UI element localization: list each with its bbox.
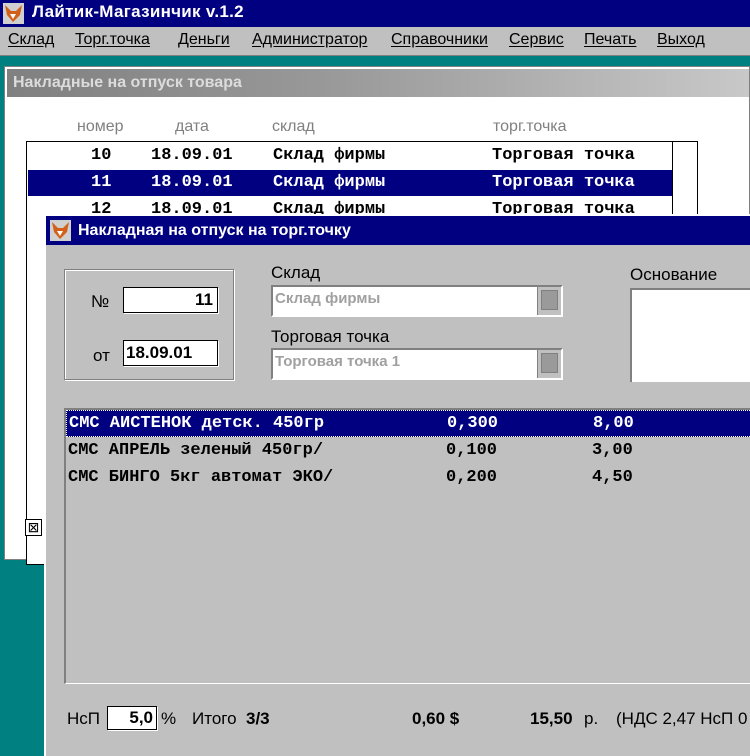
list-window-title-bar[interactable]: Накладные на отпуск товара <box>7 69 749 97</box>
menu-administrator[interactable]: Администратор <box>252 31 367 49</box>
rub-unit: р. <box>584 709 599 728</box>
dropdown-icon <box>541 353 558 373</box>
cell-outlet: Торговая точка <box>492 146 635 165</box>
list-checkbox[interactable]: ⊠ <box>25 519 42 536</box>
app-title-bar: Лайтик-Магазинчик v.1.2 <box>0 0 750 27</box>
menu-pechat[interactable]: Печать <box>584 31 636 49</box>
fox-logo-icon <box>50 220 71 241</box>
warehouse-value: Склад фирмы <box>275 290 381 307</box>
menu-dengi[interactable]: Деньги <box>178 31 230 49</box>
item-name: СМС АИСТЕНОК детск. 450гр <box>69 414 325 433</box>
item-qty: 0,100 <box>446 441 498 460</box>
item-name: СМС АПРЕЛЬ зеленый 450гр/ <box>68 441 324 460</box>
invoice-date-field[interactable]: 18.09.01 <box>123 340 218 366</box>
item-price: 4,50 <box>592 468 633 487</box>
cell-number: 11 <box>91 173 112 192</box>
warehouse-select[interactable]: Склад фирмы <box>271 285 563 317</box>
invoice-number-field[interactable]: 11 <box>123 287 218 313</box>
column-header-outlet[interactable]: торг.точка <box>493 118 567 136</box>
cell-warehouse: Склад фирмы <box>273 173 386 192</box>
outlet-label: Торговая точка <box>271 327 390 346</box>
item-qty: 0,300 <box>447 414 499 433</box>
item-row[interactable]: СМС АПРЕЛЬ зеленый 450гр/ 0,100 3,00 <box>66 438 750 465</box>
menu-bar: Склад Торг.точка Деньги Администратор Сп… <box>0 27 750 56</box>
menu-sklad[interactable]: Склад <box>8 31 54 49</box>
basis-textarea[interactable] <box>630 288 750 382</box>
number-label: № <box>91 292 110 311</box>
list-window-title: Накладные на отпуск товара <box>13 74 242 91</box>
basis-label: Основание <box>630 265 718 284</box>
outlet-select[interactable]: Торговая точка 1 <box>271 348 563 380</box>
item-qty: 0,200 <box>446 468 498 487</box>
column-header-number[interactable]: номер <box>77 118 124 136</box>
item-row-selected[interactable]: СМС АИСТЕНОК детск. 450гр 0,300 8,00 <box>66 410 750 437</box>
column-header-warehouse[interactable]: склад <box>272 118 315 136</box>
item-row[interactable]: СМС БИНГО 5кг автомат ЭКО/ 0,200 4,50 <box>66 465 750 492</box>
nsp-rate-field[interactable]: 5,0 <box>107 706 157 730</box>
menu-spravochniki[interactable]: Справочники <box>391 31 488 49</box>
item-name: СМС БИНГО 5кг автомат ЭКО/ <box>68 468 334 487</box>
item-price: 8,00 <box>593 414 634 433</box>
outlet-dropdown-button[interactable] <box>537 350 561 378</box>
cell-number: 10 <box>91 146 112 165</box>
total-count: 3/3 <box>246 709 270 728</box>
fox-logo-icon <box>3 3 24 24</box>
warehouse-label: Склад <box>271 263 321 282</box>
items-grid: СМС АИСТЕНОК детск. 450гр 0,300 8,00 СМС… <box>64 408 750 684</box>
cell-date: 18.09.01 <box>151 146 233 165</box>
desktop-background <box>0 56 750 66</box>
date-label: от <box>93 346 110 365</box>
menu-vyhod[interactable]: Выход <box>657 31 705 49</box>
number-date-panel: № 11 от 18.09.01 <box>64 269 234 380</box>
menu-servis[interactable]: Сервис <box>509 31 564 49</box>
cell-date: 18.09.01 <box>151 173 233 192</box>
total-label: Итого <box>192 709 237 728</box>
menu-torg-tochka[interactable]: Торг.точка <box>75 31 150 49</box>
list-row[interactable]: 10 18.09.01 Склад фирмы Торговая точка <box>28 143 673 169</box>
list-row-selected[interactable]: 11 18.09.01 Склад фирмы Торговая точка <box>28 170 673 196</box>
dialog-title: Накладная на отпуск на торг.точку <box>78 222 351 239</box>
percent-sign: % <box>161 709 177 728</box>
item-price: 3,00 <box>592 441 633 460</box>
vat-text: (НДС 2,47 НсП 0 <box>616 709 748 728</box>
sum-rub: 15,50 <box>530 709 573 728</box>
dialog-title-bar[interactable]: Накладная на отпуск на торг.точку <box>46 216 750 245</box>
nsp-label: НсП <box>67 709 100 728</box>
warehouse-dropdown-button[interactable] <box>537 287 561 315</box>
invoice-dialog: Накладная на отпуск на торг.точку № 11 о… <box>44 214 750 756</box>
cell-warehouse: Склад фирмы <box>273 146 386 165</box>
column-header-date[interactable]: дата <box>175 118 209 136</box>
dropdown-icon <box>541 290 558 310</box>
sum-usd: 0,60 $ <box>412 709 460 728</box>
outlet-value: Торговая точка 1 <box>275 353 401 370</box>
app-title: Лайтик-Магазинчик v.1.2 <box>32 2 244 21</box>
cell-outlet: Торговая точка <box>492 173 635 192</box>
